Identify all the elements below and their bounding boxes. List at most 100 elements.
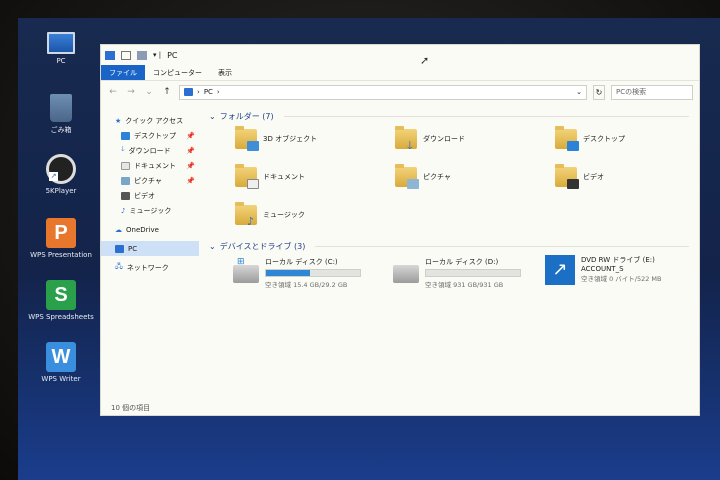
- folder-label: ミュージック: [263, 211, 305, 219]
- pin-icon: 📌: [186, 131, 195, 140]
- desktop-icon-recycle-bin[interactable]: ごみ箱: [26, 94, 96, 135]
- new-folder-icon[interactable]: [137, 50, 147, 60]
- drive-free-space: 空き領域 15.4 GB/29.2 GB: [265, 281, 348, 289]
- desktop-icon-wps-presentation[interactable]: P WPS Presentation: [26, 218, 96, 259]
- address-row: ← → ⌄ ↑ › PC › ⌄ ↻ PCの検索: [101, 81, 699, 103]
- folder-label: ダウンロード: [423, 135, 465, 143]
- nav-item-pictures[interactable]: ピクチャ 📌: [101, 173, 199, 188]
- nav-item-label: ミュージック: [129, 206, 172, 215]
- status-bar: 10 個の項目: [111, 404, 151, 412]
- folder-label: ビデオ: [583, 173, 604, 181]
- mouse-cursor-icon: ➚: [420, 54, 430, 67]
- hard-drive-icon: [393, 265, 419, 283]
- cloud-icon: ☁: [115, 225, 122, 234]
- nav-item-label: ドキュメント: [134, 161, 176, 170]
- desktop-icon-label: WPS Writer: [41, 375, 81, 383]
- address-dropdown-icon[interactable]: ⌄: [576, 88, 582, 96]
- music-note-icon: ♪: [121, 206, 126, 215]
- 3d-objects-folder-icon: [235, 126, 259, 151]
- desktop: PC ごみ箱 ↗ 5KPlayer P WPS Presentation S W…: [18, 18, 720, 480]
- desktop-icon-pc[interactable]: PC: [26, 32, 96, 65]
- pin-icon: 📌: [186, 176, 195, 185]
- content-pane: ⌄ フォルダー (7) 3D オブジェクト 🡓 ダウンロード デスクトップ ドキ…: [199, 103, 699, 401]
- nav-item-label: ネットワーク: [126, 263, 169, 272]
- pictures-icon: [121, 176, 130, 185]
- video-icon: [121, 191, 130, 200]
- nav-item-desktop[interactable]: デスクトップ 📌: [101, 128, 199, 143]
- drive-item-e[interactable]: ↗ DVD RW ドライブ (E:) ACCOUNT_S 空き領域 0 バイト/…: [545, 255, 662, 285]
- desktop-icon: [121, 131, 130, 140]
- videos-folder-icon: [555, 164, 579, 189]
- properties-icon[interactable]: [121, 50, 131, 60]
- desktop-icon-label: ごみ箱: [50, 126, 72, 134]
- nav-item-music[interactable]: ♪ ミュージック: [101, 203, 199, 218]
- wps-writer-icon: W: [46, 342, 76, 372]
- tab-view[interactable]: 表示: [210, 65, 240, 80]
- pc-icon: [105, 50, 115, 60]
- nav-item-label: ビデオ: [134, 191, 155, 200]
- folders-group-header[interactable]: ⌄ フォルダー (7): [209, 109, 689, 123]
- window-title: PC: [167, 50, 178, 60]
- drive-free-space: 空き領域 0 バイト/522 MB: [581, 275, 662, 283]
- back-arrow-icon[interactable]: ←: [107, 87, 119, 97]
- folder-item[interactable]: ♪ ミュージック: [235, 202, 305, 227]
- desktop-icon-wps-writer[interactable]: W WPS Writer: [26, 342, 96, 383]
- title-bar[interactable]: ▾ | PC: [101, 45, 699, 65]
- nav-item-label: OneDrive: [126, 225, 159, 234]
- nav-item-label: クイック アクセス: [125, 116, 184, 125]
- drive-item-c[interactable]: ⊞ ローカル ディスク (C:) 空き領域 15.4 GB/29.2 GB: [233, 257, 361, 289]
- nav-item-label: ピクチャ: [134, 176, 162, 185]
- up-arrow-icon[interactable]: ↑: [161, 87, 173, 97]
- 5kplayer-icon: ↗: [46, 154, 76, 184]
- desktop-icon-label: WPS Spreadsheets: [28, 313, 94, 321]
- download-arrow-icon: 🡓: [121, 145, 125, 153]
- folder-item[interactable]: 3D オブジェクト: [235, 126, 317, 151]
- drive-usage-bar: [265, 269, 361, 277]
- pin-icon: 📌: [186, 146, 195, 155]
- nav-item-documents[interactable]: ドキュメント 📌: [101, 158, 199, 173]
- desktop-icon-5kplayer[interactable]: ↗ 5KPlayer: [26, 154, 96, 195]
- nav-item-videos[interactable]: ビデオ: [101, 188, 199, 203]
- drive-usage-fill: [266, 270, 311, 276]
- address-path[interactable]: PC: [204, 88, 213, 96]
- drive-free-space: 空き領域 931 GB/931 GB: [425, 281, 504, 289]
- folder-item[interactable]: デスクトップ: [555, 126, 625, 151]
- document-icon: [121, 161, 130, 170]
- search-input[interactable]: PCの検索: [611, 84, 693, 100]
- folder-item[interactable]: 🡓 ダウンロード: [395, 126, 465, 151]
- desktop-icon-wps-spreadsheets[interactable]: S WPS Spreadsheets: [26, 280, 96, 321]
- recent-locations-chevron-icon[interactable]: ⌄: [143, 87, 155, 97]
- wps-spreadsheets-icon: S: [46, 280, 76, 310]
- drive-usage-bar: [425, 269, 521, 277]
- folder-item[interactable]: ビデオ: [555, 164, 604, 189]
- folder-label: ピクチャ: [423, 173, 451, 181]
- nav-item-pc[interactable]: PC: [101, 241, 199, 256]
- nav-item-onedrive[interactable]: ☁ OneDrive: [101, 222, 199, 237]
- quick-access-toolbar-dropdown-icon[interactable]: ▾ |: [153, 51, 161, 59]
- nav-item-downloads[interactable]: 🡓 ダウンロード 📌: [101, 143, 199, 158]
- desktop-folder-icon: [555, 126, 579, 151]
- drive-label: ローカル ディスク (C:): [265, 258, 338, 266]
- folder-item[interactable]: ドキュメント: [235, 164, 305, 189]
- explorer-body: ★ クイック アクセス デスクトップ 📌 🡓 ダウンロード 📌 ドキュメント 📌: [101, 103, 699, 401]
- desktop-icon-label: WPS Presentation: [30, 251, 92, 259]
- shortcut-arrow-icon: ↗: [49, 172, 58, 181]
- nav-item-label: PC: [128, 244, 138, 253]
- downloads-folder-icon: 🡓: [395, 126, 417, 151]
- drives-group-header[interactable]: ⌄ デバイスとドライブ (3): [209, 239, 689, 253]
- nav-item-network[interactable]: 🖧 ネットワーク: [101, 260, 199, 275]
- address-bar[interactable]: › PC › ⌄: [179, 84, 587, 100]
- explorer-window: ▾ | PC ファイル コンピューター 表示 ← → ⌄ ↑ › PC › ⌄ …: [100, 44, 700, 416]
- network-icon: 🖧: [115, 262, 123, 270]
- nav-item-label: デスクトップ: [134, 131, 176, 140]
- refresh-icon[interactable]: ↻: [593, 84, 605, 100]
- nav-item-quick-access[interactable]: ★ クイック アクセス: [101, 113, 199, 128]
- tab-computer[interactable]: コンピューター: [145, 65, 210, 80]
- ribbon-tabs: ファイル コンピューター 表示: [101, 65, 699, 81]
- tab-file[interactable]: ファイル: [101, 65, 145, 80]
- forward-arrow-icon[interactable]: →: [125, 87, 137, 97]
- pin-icon: 📌: [186, 161, 195, 170]
- folder-label: デスクトップ: [583, 135, 625, 143]
- drive-item-d[interactable]: ローカル ディスク (D:) 空き領域 931 GB/931 GB: [393, 257, 521, 289]
- folder-item[interactable]: ピクチャ: [395, 164, 451, 189]
